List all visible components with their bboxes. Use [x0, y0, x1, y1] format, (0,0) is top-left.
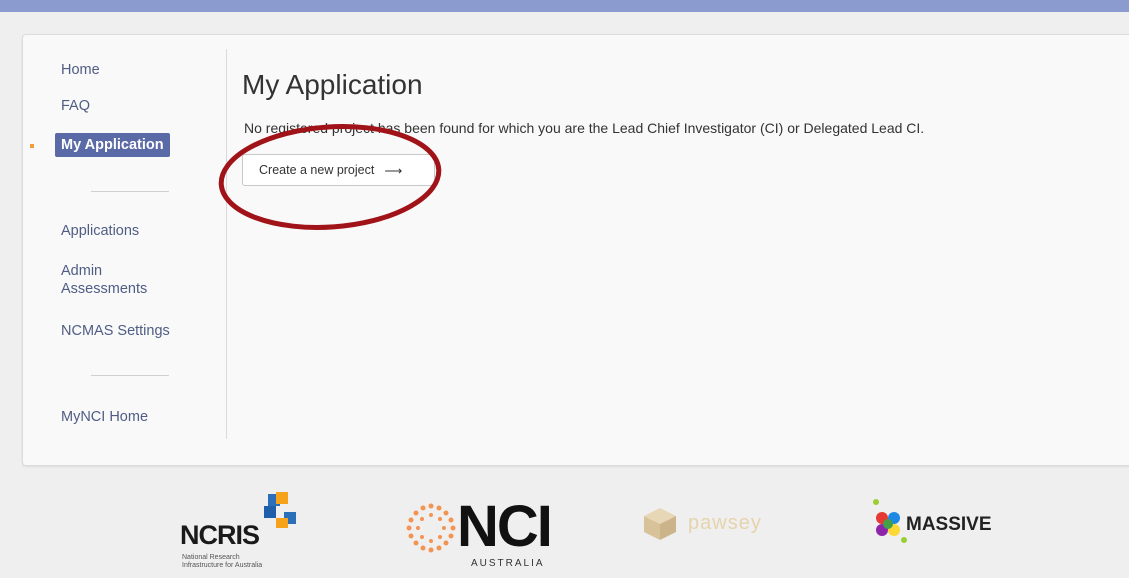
create-new-project-button[interactable]: Create a new project ⟶ [242, 154, 435, 186]
create-button-label: Create a new project [259, 163, 375, 177]
content-card: Home FAQ My Application Applications Adm… [22, 34, 1129, 466]
massive-logo: MASSIVE [868, 496, 1038, 556]
sidebar-item-applications[interactable]: Applications [61, 222, 139, 240]
sidebar-nav: Home FAQ My Application Applications Adm… [23, 35, 227, 465]
nci-wordmark: NCI [457, 494, 553, 559]
no-project-message: No registered project has been found for… [244, 120, 925, 136]
page-title: My Application [242, 69, 423, 100]
ncris-tagline-line-2: Infrastructure for Australia [182, 562, 263, 569]
pawsey-logo: pawsey [640, 506, 820, 546]
pawsey-wordmark: pawsey [688, 512, 762, 534]
partner-logos: NCRIS National Research Infrastructure f… [0, 478, 1129, 578]
sidebar-item-admin-assessments[interactable]: Admin Assessments [61, 262, 171, 298]
sidebar-item-ncmas-settings[interactable]: NCMAS Settings [61, 322, 170, 340]
sidebar-divider [91, 375, 169, 376]
ncris-tagline: National Research Infrastructure for Aus… [182, 554, 262, 570]
ncris-wordmark: NCRIS [180, 520, 260, 550]
ncris-tagline-line-1: National Research [182, 554, 240, 561]
arrow-right-icon: ⟶ [384, 163, 403, 178]
sidebar-item-mynci-home[interactable]: MyNCI Home [61, 408, 148, 426]
sidebar-separator [226, 49, 227, 439]
pawsey-cube-icon [644, 508, 676, 540]
nci-logo: NCI AUSTRALIA [405, 496, 575, 578]
top-accent-bar [0, 0, 1129, 12]
sidebar-divider [91, 191, 169, 192]
sidebar-item-my-application[interactable]: My Application [55, 133, 170, 157]
massive-wordmark: MASSIVE [906, 514, 992, 535]
sidebar-item-home[interactable]: Home [61, 61, 100, 79]
ncris-logo: NCRIS National Research Infrastructure f… [180, 492, 320, 578]
sidebar-item-faq[interactable]: FAQ [61, 97, 90, 115]
nci-subtitle: AUSTRALIA [471, 558, 545, 569]
active-indicator-dot [30, 144, 34, 148]
nci-sunburst-icon [406, 503, 456, 553]
